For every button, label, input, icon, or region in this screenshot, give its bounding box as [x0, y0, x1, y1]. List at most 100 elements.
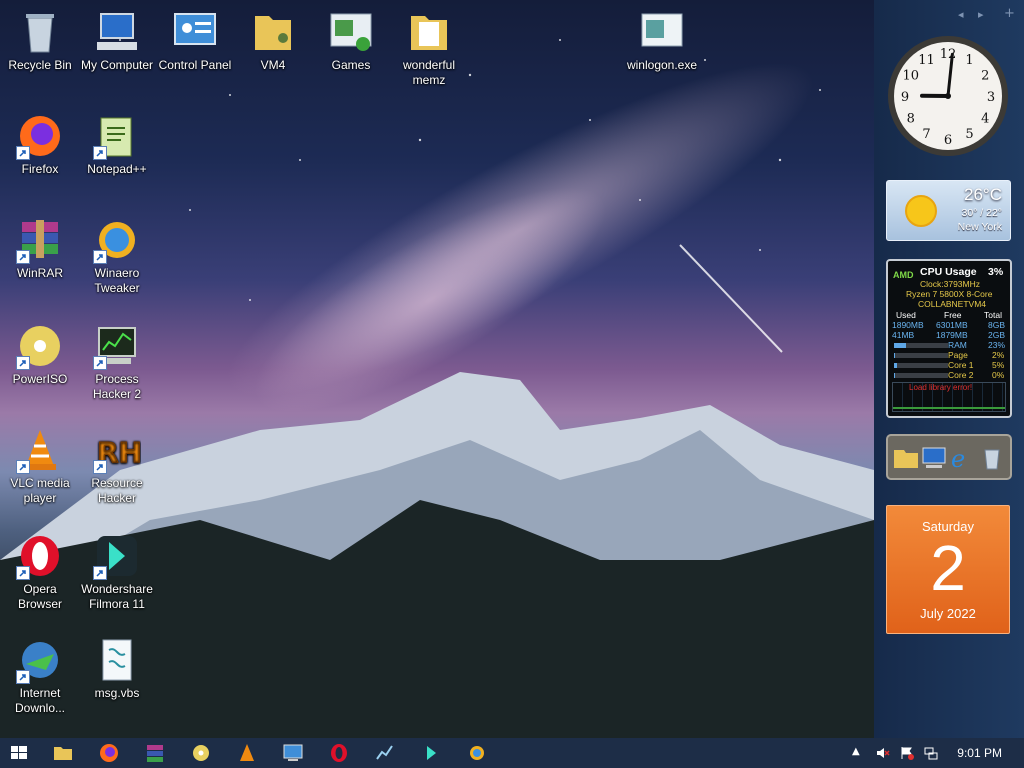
- taskbar-poweriso[interactable]: [190, 742, 212, 764]
- ram-value: 23%: [988, 340, 1006, 350]
- cpu-percent: 3%: [988, 266, 1004, 278]
- clock-numeral: 6: [944, 133, 952, 148]
- firefox-icon: [100, 744, 118, 762]
- weather-high-low: 30° / 22°: [961, 207, 1002, 219]
- desktop-icon-winrar[interactable]: WinRAR: [0, 216, 80, 281]
- icon-label: Firefox: [21, 162, 59, 176]
- sun-icon: [905, 195, 937, 227]
- winrar-icon: [16, 216, 64, 264]
- filmora-icon: [93, 532, 141, 580]
- desktop-icon-idm[interactable]: Internet Downlo...: [0, 636, 80, 716]
- taskbar-firefox[interactable]: [98, 742, 120, 764]
- desktop-icon-winaero[interactable]: Winaero Tweaker: [77, 216, 157, 296]
- clock-numeral: 5: [965, 127, 973, 142]
- resource-hacker-icon: RH: [93, 426, 143, 474]
- calendar-gadget[interactable]: Saturday 2 July 2022: [886, 505, 1010, 634]
- clock-numeral: 11: [918, 53, 935, 68]
- mem-row2-total: 2GB: [988, 330, 1006, 340]
- taskbar-process-hacker[interactable]: [374, 742, 396, 764]
- taskbar-winrar[interactable]: [144, 742, 166, 764]
- icon-label: WinRAR: [16, 266, 63, 280]
- tray-clock[interactable]: 9:01 PM: [957, 746, 1002, 760]
- desktop-icon-firefox[interactable]: Firefox: [0, 112, 80, 177]
- taskbar-file-explorer[interactable]: [52, 742, 74, 764]
- sidebar-prev-icon[interactable]: ◂: [958, 8, 964, 21]
- desktop-icon-games[interactable]: Games: [311, 8, 391, 73]
- desktop-icon-poweriso[interactable]: PowerISO: [0, 322, 80, 387]
- folder-icon: [54, 747, 72, 760]
- icon-label: Process Hacker 2: [92, 372, 142, 401]
- desktop-icon-winlogon[interactable]: winlogon.exe: [622, 8, 702, 73]
- calendar-date: 2: [930, 532, 966, 604]
- windows-logo-icon: [11, 746, 27, 759]
- winrar-icon: [147, 745, 163, 762]
- page-value: 2%: [992, 350, 1005, 360]
- shortcut-arrow-icon: [16, 250, 30, 264]
- desktop-icon-process-hacker[interactable]: Process Hacker 2: [77, 322, 157, 402]
- icon-label: winlogon.exe: [626, 58, 698, 72]
- desktop-icon-msgvbs[interactable]: msg.vbs: [77, 636, 157, 701]
- tray-show-hidden-icon[interactable]: ▲: [852, 746, 866, 760]
- mem-row1-used: 1890MB: [892, 320, 924, 330]
- icon-label: Wondershare Filmora 11: [81, 582, 153, 611]
- svg-text:e: e: [951, 445, 965, 472]
- taskbar-filmora[interactable]: [420, 742, 442, 764]
- mem-row1-free: 6301MB: [936, 320, 968, 330]
- icon-label: msg.vbs: [94, 686, 140, 700]
- tray-network-icon[interactable]: [924, 746, 938, 760]
- clock-numeral: 7: [922, 127, 930, 142]
- shortcut-arrow-icon: [16, 356, 30, 370]
- clock-gadget[interactable]: 12 1234567891011: [886, 34, 1010, 158]
- desktop-icon-control-panel[interactable]: Control Panel: [155, 8, 235, 73]
- core1-value: 5%: [992, 360, 1005, 370]
- sidebar-next-icon[interactable]: ▸: [978, 8, 984, 21]
- shortcut-arrow-icon: [93, 146, 107, 160]
- desktop-icon-wonderful-memz[interactable]: wonderful memz: [389, 8, 469, 88]
- filmora-icon: [427, 746, 436, 760]
- desktop-icon-vm4[interactable]: VM4: [233, 8, 313, 73]
- icon-label: Resource Hacker: [91, 476, 143, 505]
- cpu-meter-gadget[interactable]: AMD CPU Usage 3% Clock:3793MHz Ryzen 7 5…: [886, 259, 1012, 418]
- clock-numeral: 3: [987, 90, 995, 105]
- desktop-icon-resource-hacker[interactable]: RH Resource Hacker: [77, 426, 157, 506]
- desktop-icon-vlc[interactable]: VLC media player: [0, 426, 80, 506]
- weather-gadget[interactable]: 26°C 30° / 22° New York: [886, 180, 1011, 241]
- shortcut-arrow-icon: [16, 670, 30, 684]
- mem-header-total: Total: [984, 310, 1002, 320]
- recycle-bin-icon: [16, 8, 64, 56]
- recycle-bin-icon[interactable]: [978, 444, 1006, 472]
- icon-label: Winaero Tweaker: [94, 266, 140, 295]
- control-panel-icon: [283, 744, 303, 761]
- clock-numeral: 1: [965, 53, 973, 68]
- sidebar-add-gadget-icon[interactable]: +: [1004, 6, 1015, 21]
- taskbar-control-panel[interactable]: [282, 742, 304, 764]
- desktop-icon-opera[interactable]: Opera Browser: [0, 532, 80, 612]
- firefox-icon: [16, 112, 64, 160]
- taskbar-winaero[interactable]: [466, 742, 488, 764]
- vlc-icon: [240, 744, 254, 761]
- tray-action-center-icon[interactable]: [900, 746, 914, 760]
- icon-label: VM4: [260, 58, 286, 72]
- gadget-sidebar: ◂ ▸ + 12 1 2 3 4 5 6 7 8 9 10 11 26°C 30° / 22° New…: [874, 0, 1024, 738]
- taskbar-vlc[interactable]: [236, 742, 258, 764]
- desktop-icon-recycle-bin[interactable]: Recycle Bin: [0, 8, 80, 73]
- tray-volume-muted-icon[interactable]: [876, 746, 890, 760]
- icon-label: Control Panel: [158, 58, 232, 72]
- shortcut-arrow-icon: [93, 250, 107, 264]
- internet-explorer-icon[interactable]: e: [948, 444, 976, 472]
- computer-icon[interactable]: [920, 444, 948, 472]
- folder-icon: [405, 8, 453, 56]
- desktop-icon-filmora[interactable]: Wondershare Filmora 11: [77, 532, 157, 612]
- desktop[interactable]: Recycle Bin My Computer Control Panel VM…: [0, 0, 874, 738]
- ram-meter-bar: [894, 343, 948, 348]
- icon-label: VLC media player: [10, 476, 70, 505]
- clock-numeral: 8: [907, 112, 915, 127]
- winaero-tweaker-icon: [470, 746, 484, 760]
- desktop-icon-notepadpp[interactable]: Notepad++: [77, 112, 157, 177]
- winaero-tweaker-icon: [93, 216, 141, 264]
- calendar-month-year: July 2022: [920, 606, 976, 621]
- start-button[interactable]: [8, 742, 30, 764]
- folder-icon[interactable]: [892, 444, 920, 472]
- taskbar-opera[interactable]: [328, 742, 350, 764]
- desktop-icon-my-computer[interactable]: My Computer: [77, 8, 157, 73]
